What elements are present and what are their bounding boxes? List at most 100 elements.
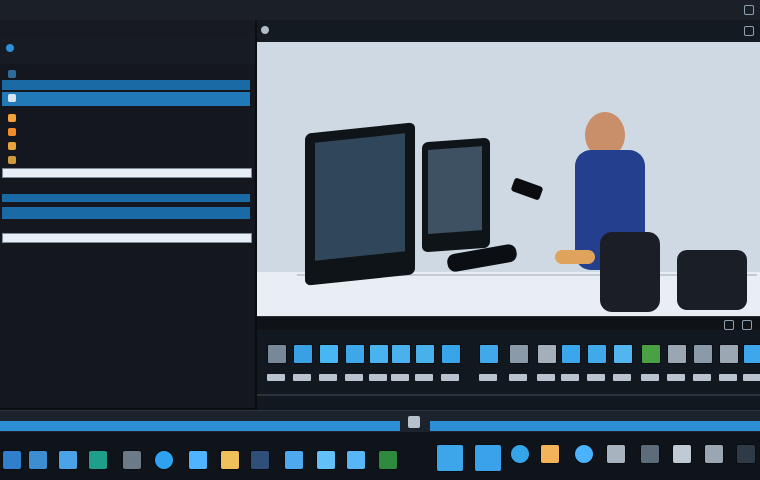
app-icon[interactable] [58, 450, 78, 470]
filmstrip-header [257, 316, 760, 331]
clock-icon [8, 128, 16, 136]
list-item-selected[interactable] [2, 194, 250, 202]
search-field[interactable] [2, 168, 252, 178]
checkmark-icon[interactable] [378, 450, 398, 470]
globe-icon[interactable] [510, 444, 530, 464]
app-icon[interactable] [540, 444, 560, 464]
app-icon[interactable] [346, 450, 366, 470]
app-icon[interactable] [436, 444, 464, 472]
app-icon[interactable] [736, 444, 756, 464]
thumbnail-caption [693, 374, 711, 381]
thumbnail-caption [743, 374, 760, 381]
thumbnail[interactable] [641, 344, 661, 364]
viewer-header [257, 20, 760, 42]
thumbnail-caption [613, 374, 631, 381]
left-panel [0, 36, 257, 410]
thumbnail-caption [267, 374, 285, 381]
list-item[interactable] [2, 140, 250, 152]
thumbnail-caption [369, 374, 387, 381]
thumbnail[interactable] [693, 344, 713, 364]
thumbnail[interactable] [537, 344, 557, 364]
list-item[interactable] [2, 154, 250, 166]
thumbnail[interactable] [415, 344, 435, 364]
thumbnail[interactable] [369, 344, 389, 364]
thumbnail-caption [641, 374, 659, 381]
list-item[interactable] [2, 126, 250, 138]
thumbnail-caption [391, 374, 409, 381]
thumbnail-caption [719, 374, 737, 381]
app-logo-icon [6, 44, 14, 52]
close-icon[interactable] [742, 320, 752, 330]
input-field[interactable] [2, 233, 252, 243]
close-icon[interactable] [744, 26, 754, 36]
list-item[interactable] [2, 112, 250, 124]
app-icon[interactable] [88, 450, 108, 470]
chat-icon[interactable] [154, 450, 174, 470]
thumbnail[interactable] [479, 344, 499, 364]
info-icon [8, 156, 16, 164]
thumbnail[interactable] [587, 344, 607, 364]
thumbnail-caption [537, 374, 555, 381]
thumbnail[interactable] [391, 344, 411, 364]
app-icon [261, 26, 269, 34]
warning-icon [8, 114, 16, 122]
taskbar-header [0, 410, 760, 433]
app-icon[interactable] [704, 444, 724, 464]
list-item-selected[interactable] [2, 80, 250, 90]
thumbnail-caption [293, 374, 311, 381]
settings-icon[interactable] [408, 416, 420, 428]
app-icon[interactable] [122, 450, 142, 470]
strip-divider [257, 394, 760, 396]
app-icon[interactable] [574, 444, 594, 464]
thumbnail[interactable] [319, 344, 339, 364]
minimize-icon[interactable] [724, 320, 734, 330]
app-icon[interactable] [474, 444, 502, 472]
thumbnail-caption [479, 374, 497, 381]
thumbnail-caption [345, 374, 363, 381]
list-item[interactable] [2, 68, 250, 80]
app-icon[interactable] [28, 450, 48, 470]
thumbnail[interactable] [345, 344, 365, 364]
thumbnail[interactable] [667, 344, 687, 364]
thumbnail[interactable] [613, 344, 633, 364]
thumbnail-caption [441, 374, 459, 381]
thumbnail-caption [587, 374, 605, 381]
taskbar-highlight [430, 421, 760, 431]
thumbnail[interactable] [509, 344, 529, 364]
app-icon[interactable] [606, 444, 626, 464]
thumbnail[interactable] [743, 344, 760, 364]
taskbar-highlight [0, 421, 400, 431]
monitor [422, 137, 490, 253]
file-icon [8, 94, 16, 102]
list-item-selected[interactable] [2, 92, 250, 106]
app-icon[interactable] [250, 450, 270, 470]
thumbnail[interactable] [267, 344, 287, 364]
settings-icon [8, 142, 16, 150]
thumbnail[interactable] [561, 344, 581, 364]
thumbnail[interactable] [441, 344, 461, 364]
thumbnail-caption [667, 374, 685, 381]
taskbar [0, 432, 760, 480]
app-icon[interactable] [188, 450, 208, 470]
left-panel-header [0, 36, 255, 64]
list-item-selected[interactable] [2, 207, 250, 219]
folder-icon [8, 70, 16, 78]
thumbnail-caption [509, 374, 527, 381]
top-bar [0, 0, 760, 21]
app-icon[interactable] [640, 444, 660, 464]
app-icon[interactable] [284, 450, 304, 470]
image-viewer[interactable] [257, 42, 760, 316]
app-icon[interactable] [672, 444, 692, 464]
thumbnail[interactable] [719, 344, 739, 364]
folder-icon[interactable] [220, 450, 240, 470]
thumbnail-caption [319, 374, 337, 381]
app-icon[interactable] [316, 450, 336, 470]
thumbnail-strip [257, 330, 760, 410]
app-icon[interactable] [2, 450, 22, 470]
close-icon[interactable] [744, 5, 754, 15]
person-apron [600, 232, 660, 312]
thumbnail[interactable] [293, 344, 313, 364]
monitor-screen [428, 146, 482, 234]
person-hand [555, 250, 595, 264]
chair [677, 250, 747, 310]
